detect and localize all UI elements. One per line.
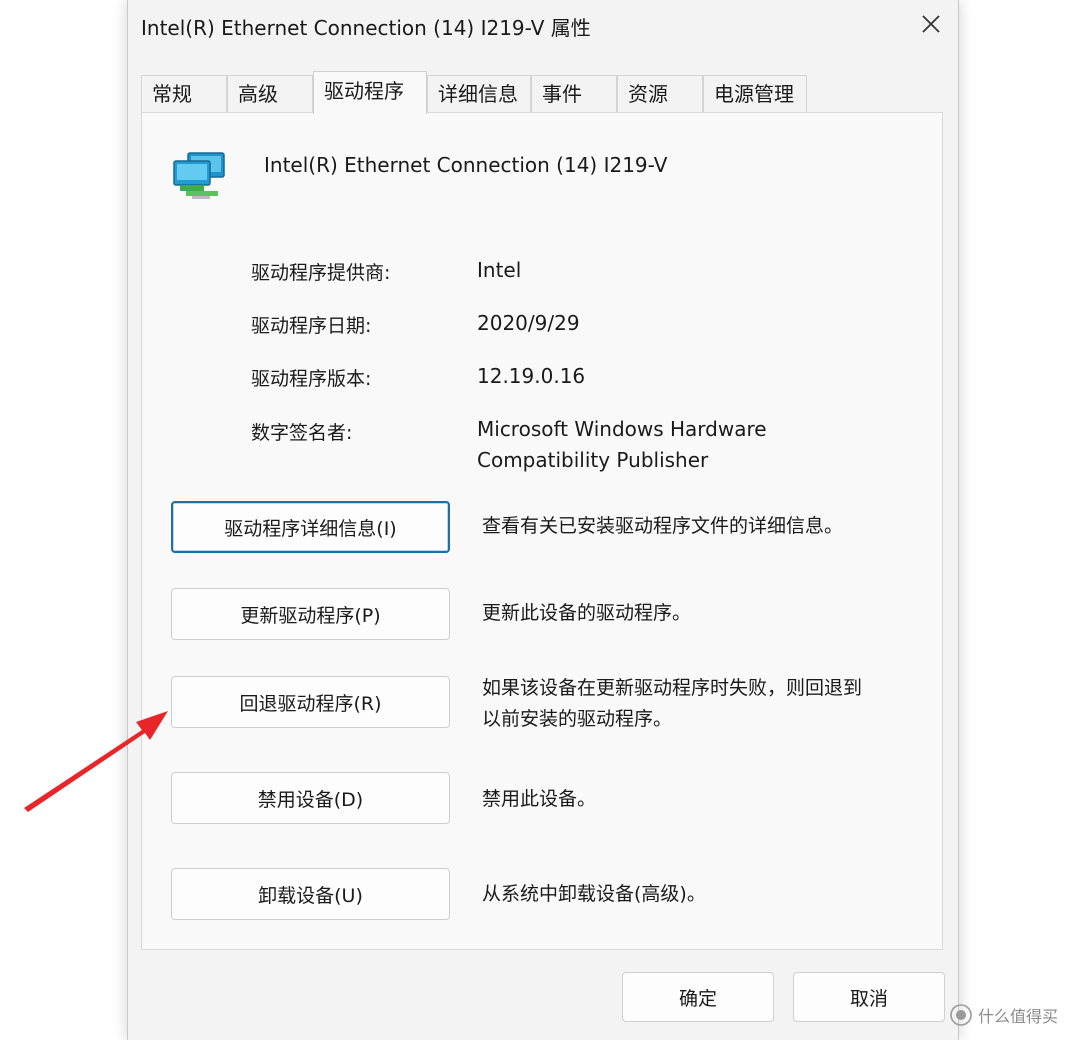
signer-label: 数字签名者: (251, 422, 353, 444)
uninstall-device-desc: 从系统中卸载设备(高级)。 (482, 883, 706, 905)
ok-button[interactable]: 确定 (622, 972, 774, 1022)
roll-back-driver-desc: 如果该设备在更新驱动程序时失败，则回退到 以前安装的驱动程序。 (482, 677, 863, 730)
network-adapter-icon (172, 149, 228, 205)
close-button[interactable] (908, 4, 954, 44)
signer-value: Microsoft Windows Hardware Compatibility… (477, 414, 767, 476)
version-label: 驱动程序版本: (251, 368, 372, 390)
tab-events[interactable]: 事件 (531, 75, 617, 112)
provider-value: Intel (477, 258, 522, 282)
signer-value-line: Compatibility Publisher (477, 448, 709, 472)
date-label: 驱动程序日期: (251, 315, 372, 337)
close-icon (922, 15, 940, 33)
cancel-button[interactable]: 取消 (793, 972, 945, 1022)
smzdm-logo-icon (950, 1004, 972, 1026)
tab-advanced[interactable]: 高级 (227, 75, 313, 112)
uninstall-device-button[interactable]: 卸载设备(U) (171, 868, 450, 920)
update-driver-button[interactable]: 更新驱动程序(P) (171, 588, 450, 640)
tab-power-management[interactable]: 电源管理 (703, 75, 807, 112)
tab-driver[interactable]: 驱动程序 (313, 71, 427, 114)
window-title: Intel(R) Ethernet Connection (14) I219-V… (141, 16, 591, 40)
watermark-text: 什么值得买 (978, 1007, 1059, 1026)
date-value: 2020/9/29 (477, 311, 580, 335)
driver-tab-panel: Intel(R) Ethernet Connection (14) I219-V… (141, 112, 943, 950)
signer-value-line: Microsoft Windows Hardware (477, 417, 767, 441)
device-name: Intel(R) Ethernet Connection (14) I219-V (264, 153, 668, 177)
provider-label: 驱动程序提供商: (251, 262, 391, 284)
version-value: 12.19.0.16 (477, 364, 586, 388)
tab-details[interactable]: 详细信息 (427, 75, 531, 112)
tab-general[interactable]: 常规 (141, 75, 227, 112)
properties-dialog: Intel(R) Ethernet Connection (14) I219-V… (127, 0, 959, 1040)
disable-device-desc: 禁用此设备。 (482, 788, 597, 810)
driver-details-button[interactable]: 驱动程序详细信息(I) (171, 501, 450, 553)
tab-resources[interactable]: 资源 (617, 75, 703, 112)
disable-device-button[interactable]: 禁用设备(D) (171, 772, 450, 824)
driver-details-desc: 查看有关已安装驱动程序文件的详细信息。 (482, 515, 844, 537)
watermark: 什么值得买 (950, 1003, 1058, 1027)
title-bar[interactable]: Intel(R) Ethernet Connection (14) I219-V… (128, 0, 958, 50)
update-driver-desc: 更新此设备的驱动程序。 (482, 602, 692, 624)
roll-back-driver-button[interactable]: 回退驱动程序(R) (171, 676, 450, 728)
